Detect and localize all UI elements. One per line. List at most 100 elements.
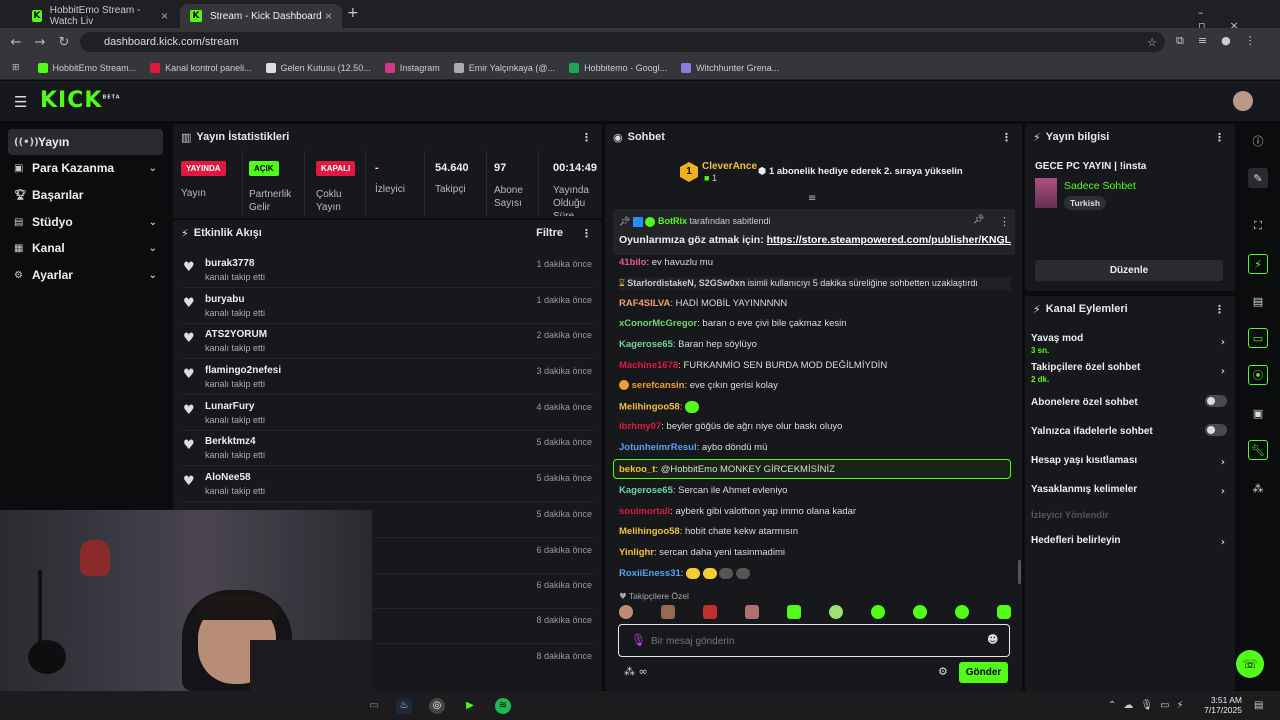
chat-input[interactable] bbox=[651, 631, 971, 651]
close-icon[interactable]: × bbox=[161, 9, 168, 23]
bookmark[interactable]: Kanal kontrol paneli... bbox=[150, 62, 252, 73]
action-set-goals[interactable]: Hedefleri belirleyin › bbox=[1031, 535, 1229, 548]
crop-icon[interactable]: ⛶ bbox=[1248, 216, 1268, 236]
close-icon[interactable]: × bbox=[325, 9, 332, 23]
lightning-icon[interactable]: ⚡︎ bbox=[1248, 254, 1268, 274]
emote-icon[interactable] bbox=[745, 605, 759, 619]
kick-header bbox=[0, 81, 1280, 121]
kick-app-icon[interactable]: ▶ bbox=[462, 698, 478, 714]
gift-user[interactable]: CleverAnce bbox=[702, 161, 757, 172]
bookmark[interactable]: Hobbitemo - Googl... bbox=[569, 62, 667, 73]
clock[interactable]: 3:51 AM 7/17/2025 bbox=[1202, 695, 1242, 715]
heart-icon: ♥ bbox=[183, 474, 195, 489]
nav-item-kanal[interactable]: ▦ Kanal ⌄ bbox=[8, 235, 163, 261]
activity-icon[interactable]: ⁂ bbox=[1248, 478, 1268, 498]
filter-button[interactable]: Filtre bbox=[536, 227, 563, 239]
bookmark[interactable]: HobbitEmo Stream... bbox=[37, 62, 136, 73]
spotify-icon[interactable]: ≋ bbox=[495, 698, 511, 714]
emote-icon[interactable] bbox=[913, 605, 927, 619]
chevron-down-icon: ⌄ bbox=[148, 242, 157, 254]
gift-icon: ⬢ bbox=[758, 166, 767, 177]
bookmark[interactable]: Witchhunter Grena... bbox=[681, 62, 779, 73]
action-subscribers-only[interactable]: Abonelere özel sohbet bbox=[1031, 395, 1229, 408]
chat-input-box[interactable]: 🎙︎ ☻ bbox=[618, 624, 1010, 657]
nav-item-basarilar[interactable]: 🏆︎ Başarılar bbox=[8, 182, 163, 208]
emoji-icon[interactable]: ☻ bbox=[987, 633, 998, 646]
steam-icon[interactable]: ♨ bbox=[396, 698, 412, 714]
bookmark[interactable]: Instagram bbox=[384, 62, 440, 73]
wrench-icon[interactable]: 🔧︎ bbox=[1248, 440, 1268, 460]
action-account-age[interactable]: Hesap yaşı kısıtlaması › bbox=[1031, 455, 1229, 468]
action-banned-words[interactable]: Yasaklanmış kelimeler › bbox=[1031, 484, 1229, 497]
file-icon[interactable]: ▭ bbox=[366, 698, 382, 714]
tab-dashboard[interactable]: K Stream - Kick Dashboard × bbox=[180, 4, 342, 28]
chevron-down-icon[interactable]: ≡ bbox=[808, 193, 816, 204]
toggle-switch[interactable] bbox=[1205, 424, 1227, 436]
tray-icons[interactable]: ⌃☁🎙︎▭⚡︎ bbox=[1108, 700, 1191, 711]
chat-message: Kagerose65: Baran hep söylüyo bbox=[619, 339, 757, 350]
notification-icon[interactable]: ▤ bbox=[1254, 700, 1263, 711]
obs-icon[interactable]: ◎ bbox=[429, 698, 445, 714]
microphone-icon[interactable]: 🎙︎ bbox=[631, 633, 646, 647]
reload-icon[interactable]: ↻ bbox=[52, 35, 76, 50]
action-slow-mode[interactable]: Yavaş mod 3 sn. › bbox=[1031, 333, 1229, 355]
broadcast-icon: ((•)) bbox=[14, 136, 39, 148]
emote-icon[interactable] bbox=[997, 605, 1011, 619]
nav-item-studyo[interactable]: ▤ Stüdyo ⌄ bbox=[8, 209, 163, 235]
forward-icon[interactable]: → bbox=[28, 35, 52, 50]
avatar[interactable] bbox=[1233, 91, 1253, 111]
chat-scrollbar[interactable] bbox=[1018, 560, 1021, 584]
emote-icon[interactable] bbox=[619, 605, 633, 619]
browser-tab-bar: K HobbitEmo Stream - Watch Liv × K Strea… bbox=[0, 0, 1280, 32]
more-icon[interactable]: ⋮ bbox=[1214, 303, 1225, 316]
action-emotes-only[interactable]: Yalnızca ifadelerle sohbet bbox=[1031, 424, 1229, 437]
new-tab-icon[interactable]: + bbox=[347, 5, 359, 21]
more-icon[interactable]: ⋮ bbox=[1214, 131, 1225, 144]
emote-icon[interactable] bbox=[829, 605, 843, 619]
unpin-icon[interactable]: 📌︎ bbox=[973, 215, 984, 225]
chat-bubble-icon[interactable]: ▭ bbox=[1248, 328, 1268, 348]
more-icon[interactable]: ⋮ bbox=[1001, 131, 1012, 144]
category-link[interactable]: Sadece Sohbet bbox=[1064, 180, 1136, 192]
chevron-down-icon: ⌄ bbox=[148, 269, 157, 281]
edit-icon[interactable]: ✎ bbox=[1248, 168, 1268, 188]
kick-logo[interactable]: KICKBETA bbox=[40, 88, 121, 113]
bookmark[interactable]: Gelen Kutusu (12.50... bbox=[265, 62, 371, 73]
actions-header: ⚡︎ Kanal Eylemleri ⋮ bbox=[1025, 296, 1235, 322]
chat-message: soulmortall: ayberk gibi valothon yap im… bbox=[619, 506, 857, 517]
layout-icon[interactable]: ▣ bbox=[1248, 403, 1268, 423]
tab-watch[interactable]: K HobbitEmo Stream - Watch Liv × bbox=[22, 4, 178, 28]
toggle-switch[interactable] bbox=[1205, 395, 1227, 407]
info-icon[interactable]: ⓘ bbox=[1248, 131, 1268, 151]
chevron-down-icon[interactable]: ⌄ bbox=[997, 235, 1006, 248]
pinned-link[interactable]: https://store.steampowered.com/publisher… bbox=[767, 234, 1011, 246]
bookmark[interactable]: Emir Yalçınkaya (@... bbox=[453, 62, 555, 73]
back-icon[interactable]: ← bbox=[4, 35, 28, 50]
more-icon[interactable]: ⋮ bbox=[999, 215, 1010, 228]
more-icon[interactable]: ⋮ bbox=[581, 227, 592, 240]
action-followers-only[interactable]: Takipçilere özel sohbet 2 dk. › bbox=[1031, 362, 1229, 384]
more-icon[interactable]: ⋮ bbox=[581, 131, 592, 144]
document-icon[interactable]: ▤ bbox=[1248, 291, 1268, 311]
nav-item-yayin[interactable]: ((•)) Yayın bbox=[8, 129, 163, 155]
send-button[interactable]: Gönder bbox=[959, 662, 1008, 683]
guitar-neck bbox=[38, 570, 42, 650]
nav-item-ayarlar[interactable]: ⚙ Ayarlar ⌄ bbox=[8, 262, 163, 288]
emote-icon[interactable] bbox=[703, 605, 717, 619]
url-input[interactable]: dashboard.kick.com/stream ☆ bbox=[80, 32, 1165, 52]
broadcast-icon[interactable]: ⦿ bbox=[1248, 365, 1268, 385]
emote-icon[interactable] bbox=[871, 605, 885, 619]
emote-icon[interactable] bbox=[787, 605, 801, 619]
pin-icon: 📌︎ bbox=[619, 217, 631, 227]
emote-icon[interactable] bbox=[955, 605, 969, 619]
gear-icon[interactable]: ⚙ bbox=[938, 665, 948, 678]
nav-item-para-kazanma[interactable]: ▣ Para Kazanma ⌄ bbox=[8, 155, 163, 181]
menu-icon[interactable]: ☰ bbox=[14, 93, 27, 111]
emote-icon[interactable] bbox=[661, 605, 675, 619]
apps-grid-icon[interactable]: ⊞ bbox=[12, 63, 20, 73]
star-icon[interactable]: ☆ bbox=[1147, 36, 1157, 49]
edit-button[interactable]: Düzenle bbox=[1035, 260, 1223, 281]
points-icon[interactable]: ⁂ ∞ bbox=[624, 665, 648, 678]
extension-icons[interactable]: ⧉≡●⋮ bbox=[1176, 34, 1270, 48]
help-chat-icon[interactable]: ☏ bbox=[1236, 650, 1264, 678]
